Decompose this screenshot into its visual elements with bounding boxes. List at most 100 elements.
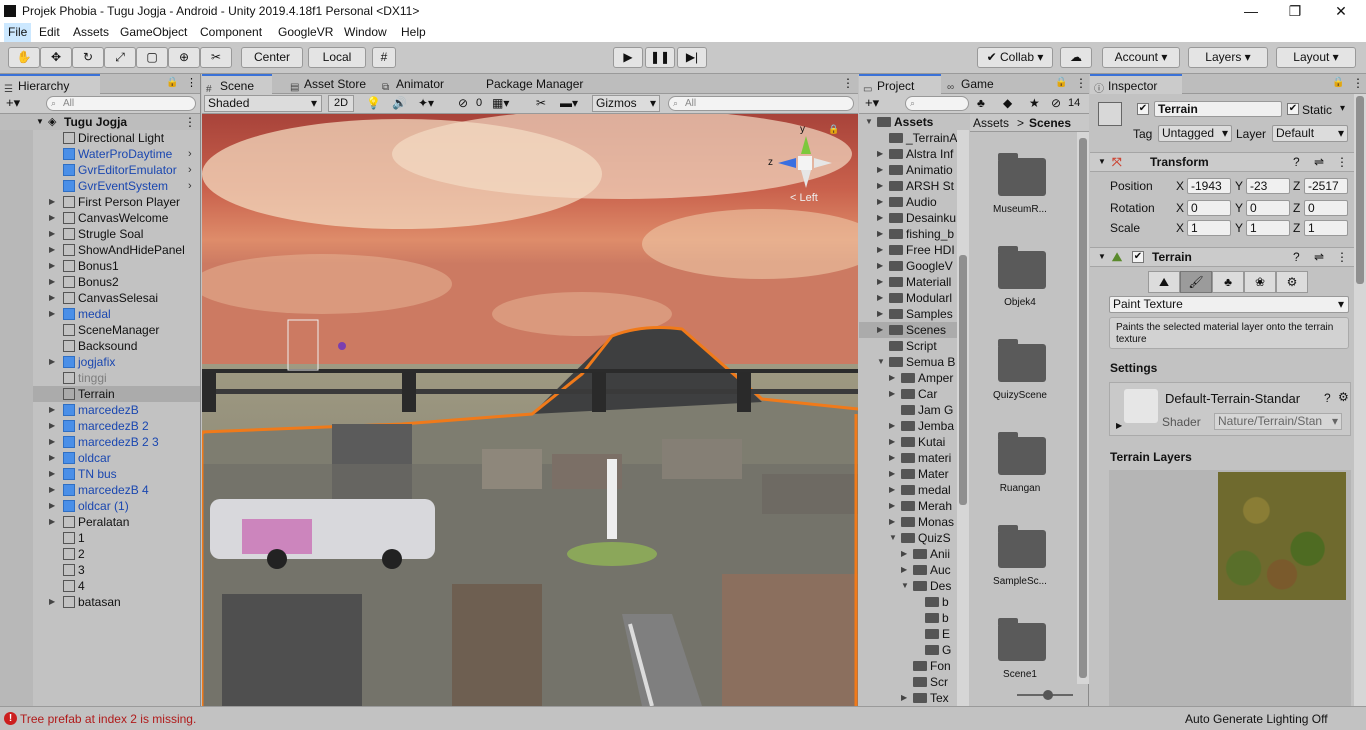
kebab-menu-icon[interactable]: ⋮ xyxy=(186,76,197,89)
fold-closed-icon[interactable]: ▶ xyxy=(889,370,895,386)
project-folder-item[interactable]: ▶ Samples xyxy=(859,306,957,322)
project-folder-item[interactable]: ▶ GoogleV xyxy=(859,258,957,274)
fold-closed-icon[interactable]: ▶ xyxy=(49,514,55,530)
help-icon[interactable]: ? xyxy=(1293,248,1300,266)
static-checkbox[interactable]: ✔ xyxy=(1287,103,1299,115)
hierarchy-search-input[interactable]: ⌕ All xyxy=(46,96,196,111)
custom-tool-icon[interactable]: ✂ xyxy=(200,47,232,68)
shader-dropdown[interactable]: Nature/Terrain/Stan ▾ xyxy=(1214,413,1342,430)
fold-open-icon[interactable]: ▼ xyxy=(1098,153,1106,171)
terrain-enabled-checkbox[interactable]: ✔ xyxy=(1132,251,1144,263)
tab-inspector[interactable]: ⓘ Inspector xyxy=(1090,74,1182,95)
minimize-button[interactable]: — xyxy=(1228,2,1274,21)
project-folder-item[interactable]: ▶ Merah xyxy=(859,498,957,514)
error-message[interactable]: Tree prefab at index 2 is missing. xyxy=(20,712,196,726)
menu-googlevr[interactable]: GoogleVR xyxy=(278,25,333,39)
menu-component[interactable]: Component xyxy=(200,25,262,39)
paint-tool-dropdown[interactable]: Paint Texture ▾ xyxy=(1109,296,1349,313)
fold-closed-icon[interactable]: ▶ xyxy=(901,546,907,562)
project-folder-item[interactable]: ▶ Materiall xyxy=(859,274,957,290)
raise-terrain-icon[interactable]: ⛰ xyxy=(1148,271,1180,293)
project-folder-item[interactable]: b xyxy=(859,610,957,626)
scene-viewport[interactable]: y z < Left 🔒 xyxy=(202,114,858,706)
grid-scrollbar-thumb[interactable] xyxy=(1079,138,1087,678)
help-icon[interactable]: ? xyxy=(1293,153,1300,171)
fold-closed-icon[interactable]: ▶ xyxy=(49,354,55,370)
camera-icon[interactable]: ▬▾ xyxy=(560,96,578,110)
project-folder-item[interactable]: Script xyxy=(859,338,957,354)
filter-label-icon[interactable]: ◆ xyxy=(1003,96,1012,110)
axis-neg-y-cone[interactable] xyxy=(801,170,811,188)
menu-edit[interactable]: Edit xyxy=(39,25,60,39)
fold-open-icon[interactable]: ▼ xyxy=(901,578,909,594)
icon-size-slider-handle[interactable] xyxy=(1043,690,1053,700)
menu-window[interactable]: Window xyxy=(344,25,387,39)
position-y-field[interactable]: -23 xyxy=(1246,178,1290,194)
lighting-toggle-icon[interactable]: 💡 xyxy=(366,96,381,110)
layout-dropdown[interactable]: Layout ▾ xyxy=(1276,47,1356,68)
help-icon[interactable]: ? xyxy=(1324,391,1331,405)
fold-closed-icon[interactable]: ▶ xyxy=(877,290,883,306)
fold-closed-icon[interactable]: ▶ xyxy=(877,162,883,178)
position-z-field[interactable]: -2517 xyxy=(1304,178,1348,194)
fold-closed-icon[interactable]: ▶ xyxy=(49,594,55,610)
project-folder-item[interactable]: G xyxy=(859,642,957,658)
terrain-header[interactable]: ▼ ⛰ ✔ Terrain ? ⇌ ⋮ xyxy=(1090,247,1354,267)
kebab-menu-icon[interactable]: ⋮ xyxy=(1075,76,1087,90)
tag-dropdown[interactable]: Untagged ▾ xyxy=(1158,125,1232,142)
grid-scrollbar[interactable] xyxy=(1077,132,1089,684)
fold-closed-icon[interactable]: ▶ xyxy=(49,402,55,418)
layer-dropdown[interactable]: Default ▾ xyxy=(1272,125,1348,142)
fold-closed-icon[interactable]: ▶ xyxy=(49,242,55,258)
scale-x-field[interactable]: 1 xyxy=(1187,220,1231,236)
component-menu-icon[interactable]: ⋮ xyxy=(1336,153,1348,171)
icon-size-slider[interactable] xyxy=(1017,690,1073,700)
tab-animator[interactable]: ⧉ Animator xyxy=(378,74,468,94)
preset-icon[interactable]: ⇌ xyxy=(1314,153,1324,171)
fold-closed-icon[interactable]: ▶ xyxy=(49,258,55,274)
lock-icon[interactable]: 🔒 xyxy=(166,77,178,88)
fold-closed-icon[interactable]: ▶ xyxy=(889,450,895,466)
project-folder-item[interactable]: ▶ fishing_b xyxy=(859,226,957,242)
project-folder-item[interactable]: b xyxy=(859,594,957,610)
fold-closed-icon[interactable]: ▶ xyxy=(49,466,55,482)
fold-closed-icon[interactable]: ▶ xyxy=(877,226,883,242)
project-folder-item[interactable]: ▶ Alstra Inf xyxy=(859,146,957,162)
fold-closed-icon[interactable]: ▶ xyxy=(49,306,55,322)
favorite-star-icon[interactable]: ★ xyxy=(1029,96,1040,110)
project-folder-item[interactable]: ▶ Auc xyxy=(859,562,957,578)
project-folder-item[interactable]: ▶ medal xyxy=(859,482,957,498)
tools-toggle-icon[interactable]: ✂ xyxy=(536,96,546,110)
paint-details-icon[interactable]: ❀ xyxy=(1244,271,1276,293)
project-folder-item[interactable]: _TerrainA xyxy=(859,130,957,146)
account-dropdown[interactable]: Account ▾ xyxy=(1102,47,1180,68)
shading-dropdown[interactable]: Shaded ▾ xyxy=(204,95,322,112)
rect-tool-icon[interactable]: ▢ xyxy=(136,47,168,68)
mode-2d-toggle[interactable]: 2D xyxy=(328,95,354,112)
fold-closed-icon[interactable]: ▶ xyxy=(877,306,883,322)
fold-closed-icon[interactable]: ▶ xyxy=(901,562,907,578)
fold-closed-icon[interactable]: ▶ xyxy=(49,450,55,466)
orientation-gizmo[interactable]: y z < Left 🔒 xyxy=(768,124,839,204)
gizmos-dropdown[interactable]: Gizmos ▾ xyxy=(592,95,660,112)
axis-x-cone[interactable] xyxy=(814,158,832,168)
scale-z-field[interactable]: 1 xyxy=(1304,220,1348,236)
fold-closed-icon[interactable]: ▶ xyxy=(49,210,55,226)
fold-closed-icon[interactable]: ▶ xyxy=(49,498,55,514)
snap-icon[interactable]: # xyxy=(372,47,396,68)
step-button[interactable]: ▶| xyxy=(677,47,707,68)
asset-folder-tile[interactable]: Scene1 xyxy=(970,611,1070,697)
cloud-icon[interactable]: ☁ xyxy=(1060,47,1092,68)
rotation-z-field[interactable]: 0 xyxy=(1304,200,1348,216)
project-folder-item[interactable]: ▶ ARSH St xyxy=(859,178,957,194)
scene-search-input[interactable]: ⌕ All xyxy=(668,96,854,111)
axis-label[interactable]: Y xyxy=(1235,201,1243,215)
fold-closed-icon[interactable]: ▶ xyxy=(49,274,55,290)
space-local-button[interactable]: Local xyxy=(308,47,366,68)
paint-trees-icon[interactable]: ♣ xyxy=(1212,271,1244,293)
play-button[interactable]: ▶ xyxy=(613,47,643,68)
terrain-settings-icon[interactable]: ⚙ xyxy=(1276,271,1308,293)
asset-folder-tile[interactable]: Ruangan xyxy=(970,425,1070,511)
collab-dropdown[interactable]: ✔ Collab ▾ xyxy=(977,47,1053,68)
tab-game[interactable]: ∞ Game xyxy=(943,74,1013,94)
